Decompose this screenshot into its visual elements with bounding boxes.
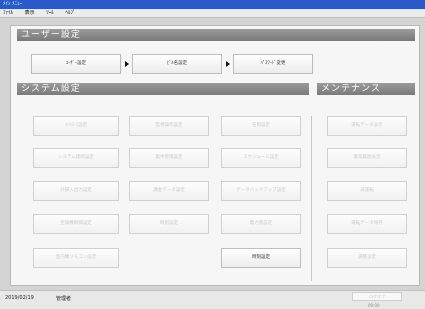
billing-data-button[interactable]: 課金データ設定 bbox=[129, 181, 209, 201]
system-connect-button[interactable]: システム接続設定 bbox=[33, 148, 119, 168]
controller-settings-button[interactable]: ｺﾝﾄﾛｰﾗ設定 bbox=[33, 116, 119, 136]
external-io-button[interactable]: 外部入出力設定 bbox=[33, 181, 119, 201]
main-panel: ユーザー設定 ﾕｰｻﾞｰ設定 ﾋﾞﾙ名設定 ﾊﾟｽﾜｰﾄﾞ変更 システム設定 メ… bbox=[10, 25, 420, 286]
error-history-button[interactable]: 異常履歴表示 bbox=[327, 148, 407, 168]
menu-help[interactable]: ﾍﾙﾌﾟ bbox=[65, 10, 75, 16]
ac-control-button[interactable]: 空調機制御設定 bbox=[33, 214, 119, 234]
schedule-settings-button[interactable]: スケジュール設定 bbox=[221, 148, 301, 168]
building-name-button[interactable]: ﾋﾞﾙ名設定 bbox=[132, 54, 222, 74]
test-run-button[interactable]: 試運転 bbox=[327, 181, 407, 201]
menu-bar: ﾌｧｲﾙ 表示 ﾂｰﾙ ﾍﾙﾌﾟ bbox=[0, 9, 425, 18]
arrow-icon bbox=[226, 61, 230, 67]
system-settings-header: システム設定 bbox=[17, 83, 309, 95]
status-bar: 2019/02/19 管理者 ログオフ 09:00 bbox=[0, 290, 425, 309]
clock-settings-button[interactable]: 時刻設定 bbox=[221, 248, 301, 268]
data-backup-button[interactable]: データバックアップ設定 bbox=[221, 181, 301, 201]
monitor-settings-button[interactable]: 監視操作設定 bbox=[129, 116, 209, 136]
status-date: 2019/02/19 bbox=[5, 295, 34, 301]
user-settings-header: ユーザー設定 bbox=[17, 29, 415, 41]
operation-data-button[interactable]: 運転データ表示 bbox=[327, 116, 407, 136]
status-user: 管理者 bbox=[56, 296, 72, 302]
adjust-settings-button[interactable]: 調整設定 bbox=[327, 248, 407, 268]
window-title: ﾒｲﾝ ﾒﾆｭｰ bbox=[3, 1, 23, 7]
arrow-icon bbox=[125, 61, 129, 67]
name-settings-button[interactable]: 名称設定 bbox=[221, 116, 301, 136]
status-time: 09:00 bbox=[368, 303, 380, 308]
power-settings-button[interactable]: 電力量設定 bbox=[221, 214, 301, 234]
save-data-button[interactable]: 運転データ保存 bbox=[327, 214, 407, 234]
title-bar: ﾒｲﾝ ﾒﾆｭｰ bbox=[0, 0, 425, 9]
menu-view[interactable]: 表示 bbox=[25, 10, 35, 16]
time-settings-button[interactable]: 時刻設定 bbox=[129, 214, 209, 234]
password-change-button[interactable]: ﾊﾟｽﾜｰﾄﾞ変更 bbox=[233, 54, 313, 74]
logoff-button[interactable]: ログオフ bbox=[352, 292, 402, 301]
maintenance-header: メンテナンス bbox=[317, 83, 415, 95]
section-divider bbox=[311, 116, 312, 281]
menu-file[interactable]: ﾌｧｲﾙ bbox=[3, 10, 13, 16]
menu-tools[interactable]: ﾂｰﾙ bbox=[46, 10, 54, 16]
user-settings-button[interactable]: ﾕｰｻﾞｰ設定 bbox=[31, 54, 121, 74]
indoor-remote-button[interactable]: 室内機リモコン設定 bbox=[33, 248, 119, 268]
central-control-button[interactable]: 集中管理設定 bbox=[129, 148, 209, 168]
